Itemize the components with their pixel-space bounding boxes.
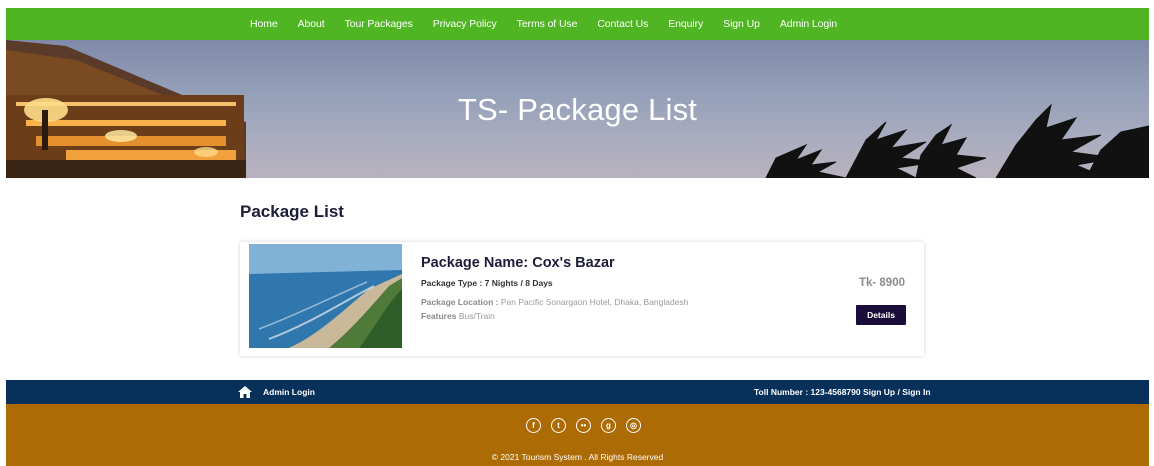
footer-admin-login-link[interactable]: Admin Login — [263, 387, 315, 397]
page-title: TS- Package List — [457, 92, 698, 127]
package-name: Package Name: Cox's Bazar — [421, 255, 615, 271]
nav-enquiry[interactable]: Enquiry — [668, 18, 703, 30]
hero-banner: TS- Package List — [6, 40, 1149, 178]
nav-admin-login[interactable]: Admin Login — [780, 18, 837, 30]
nav-sign-up[interactable]: Sign Up — [723, 18, 760, 30]
nav-privacy-policy[interactable]: Privacy Policy — [433, 18, 497, 30]
package-image[interactable] — [249, 244, 402, 348]
nav-home[interactable]: Home — [250, 18, 278, 30]
copyright: © 2021 Tourism System . All Rights Reser… — [491, 452, 664, 462]
social-links: f t •• g ◎ — [526, 418, 651, 433]
flickr-icon[interactable]: •• — [576, 418, 591, 433]
package-features: Features Bus/Train — [421, 311, 495, 321]
nav-contact-us[interactable]: Contact Us — [597, 18, 648, 30]
twitter-icon[interactable]: t — [551, 418, 566, 433]
package-type: Package Type : 7 Nights / 8 Days — [421, 278, 553, 288]
dribbble-icon[interactable]: ◎ — [626, 418, 641, 433]
details-button[interactable]: Details — [856, 305, 906, 325]
nav-about[interactable]: About — [298, 18, 325, 30]
package-location-value: Pan Pacific Sonargaon Hotel, Dhaka, Bang… — [500, 297, 689, 307]
package-features-value: Bus/Train — [458, 311, 495, 321]
nav-tour-packages[interactable]: Tour Packages — [345, 18, 413, 30]
package-price: Tk- 8900 — [858, 277, 905, 289]
footer-bar: Admin Login Toll Number : 123-4568790 Si… — [6, 380, 1149, 404]
top-navigation: Home About Tour Packages Privacy Policy … — [6, 8, 1149, 40]
footer: f t •• g ◎ © 2021 Tourism System . All R… — [6, 404, 1149, 466]
package-features-label: Features — [421, 311, 457, 321]
package-location-label: Package Location : — [421, 297, 499, 307]
package-location: Package Location : Pan Pacific Sonargaon… — [421, 297, 688, 307]
home-icon[interactable] — [238, 386, 252, 398]
footer-signup-link[interactable]: Sign Up / Sign In — [863, 387, 931, 397]
package-card: Package Name: Cox's Bazar Package Type :… — [240, 242, 924, 356]
facebook-icon[interactable]: f — [526, 418, 541, 433]
section-title: Package List — [240, 202, 344, 221]
nav-terms-of-use[interactable]: Terms of Use — [517, 18, 578, 30]
page: Home About Tour Packages Privacy Policy … — [6, 8, 1149, 466]
toll-number: Toll Number : 123-4568790 — [754, 387, 861, 397]
google-plus-icon[interactable]: g — [601, 418, 616, 433]
